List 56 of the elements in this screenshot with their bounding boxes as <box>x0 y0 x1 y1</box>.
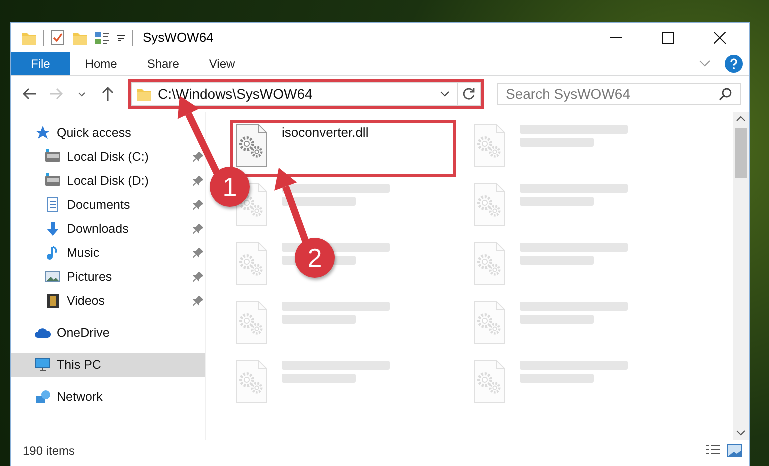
pin-icon[interactable] <box>193 152 203 162</box>
search-field[interactable]: Search SysWOW64 <box>497 83 741 105</box>
sidebar-item[interactable]: Network <box>11 385 205 409</box>
sidebar-item[interactable]: This PC <box>11 353 205 377</box>
scrollbar-thumb[interactable] <box>735 128 747 178</box>
checklist-icon[interactable] <box>50 30 66 46</box>
maximize-button[interactable] <box>662 32 674 44</box>
window-title: SysWOW64 <box>143 30 214 45</box>
sidebar-item[interactable]: Downloads <box>11 217 205 241</box>
refresh-button[interactable] <box>462 87 476 101</box>
ribbon-tab[interactable]: View <box>194 52 250 75</box>
pin-icon[interactable] <box>193 176 203 186</box>
sidebar-item[interactable]: OneDrive <box>11 321 205 345</box>
address-path: C:\Windows\SysWOW64 <box>158 86 314 102</box>
chevron-down-icon[interactable] <box>699 60 711 68</box>
pin-icon[interactable] <box>193 272 203 282</box>
up-arrow-icon[interactable] <box>100 86 116 102</box>
folder-icon <box>136 86 152 102</box>
sidebar-item[interactable]: Videos <box>11 289 205 313</box>
properties-icon[interactable] <box>94 30 110 46</box>
minimize-button[interactable] <box>610 36 622 38</box>
scrollbar[interactable] <box>733 112 749 440</box>
sidebar-item[interactable]: Documents <box>11 193 205 217</box>
ribbon-tab[interactable]: File <box>11 52 70 75</box>
file-item[interactable]: isoconverter.dll <box>230 120 456 177</box>
network-icon <box>35 389 51 405</box>
customize-caret-icon[interactable] <box>116 32 126 42</box>
ribbon-tab[interactable]: Home <box>70 52 132 75</box>
help-icon[interactable] <box>725 54 743 72</box>
document-icon <box>45 197 61 213</box>
film-icon <box>45 293 61 309</box>
ribbon-tab[interactable]: Share <box>132 52 194 75</box>
picture-icon <box>45 269 61 285</box>
sidebar-item[interactable]: Pictures <box>11 265 205 289</box>
scroll-down-icon[interactable] <box>736 430 746 436</box>
download-arrow-icon <box>45 221 61 237</box>
pin-icon[interactable] <box>193 296 203 306</box>
scroll-up-icon[interactable] <box>736 116 746 122</box>
drive-icon <box>45 149 61 165</box>
pin-icon[interactable] <box>193 248 203 258</box>
item-count: 190 items <box>23 444 76 458</box>
close-button[interactable] <box>714 32 726 44</box>
sidebar-item[interactable]: Music <box>11 241 205 265</box>
sidebar-item[interactable]: Local Disk (D:) <box>11 169 205 193</box>
drive-icon <box>45 173 61 189</box>
address-bar[interactable]: C:\Windows\SysWOW64 <box>131 82 481 106</box>
back-arrow-icon[interactable] <box>22 86 38 102</box>
monitor-icon <box>35 357 51 373</box>
file-name: isoconverter.dll <box>282 125 369 140</box>
pin-icon[interactable] <box>193 200 203 210</box>
pin-icon[interactable] <box>193 224 203 234</box>
search-icon[interactable] <box>719 87 733 101</box>
star-icon <box>35 125 51 141</box>
large-icons-view-icon[interactable] <box>727 444 743 458</box>
sidebar-item[interactable]: Quick access <box>11 121 205 145</box>
sidebar-item[interactable]: Local Disk (C:) <box>11 145 205 169</box>
